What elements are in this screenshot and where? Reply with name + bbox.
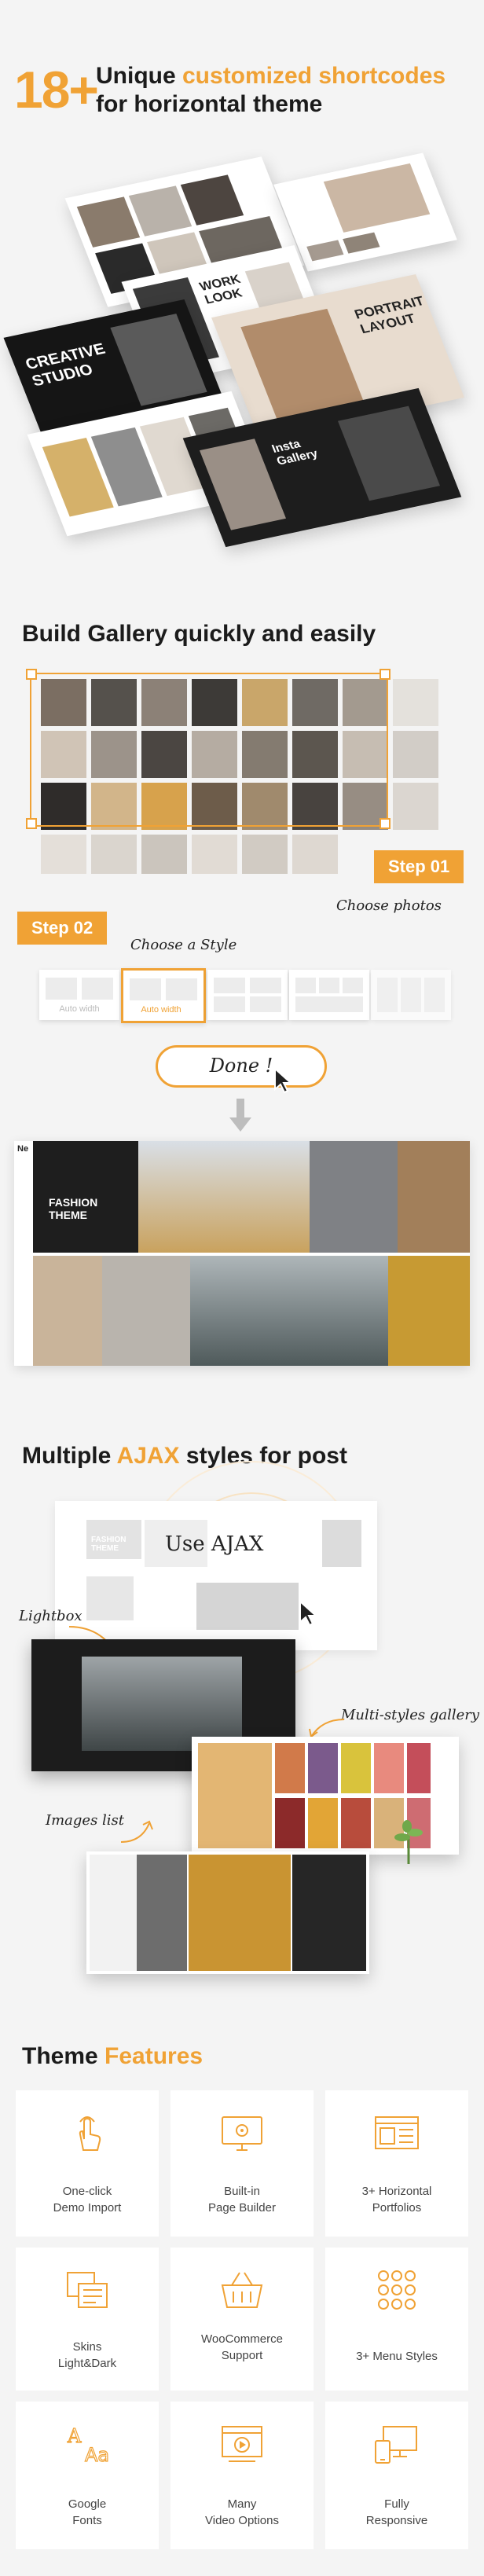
photo-thumb[interactable]	[393, 783, 438, 830]
feature-label: Many Video Options	[205, 2497, 279, 2527]
feature-label: One-click Demo Import	[53, 2185, 122, 2215]
shortcode-mockups: WORK LOOK PORTRAIT LAYOUT CREATIVE STUDI…	[0, 141, 484, 566]
selection-box[interactable]	[30, 673, 388, 827]
feature-label: Fully Responsive	[365, 2497, 428, 2527]
mockup-card-b-title: CREATIVE STUDIO	[23, 340, 108, 391]
photo-thumb[interactable]	[141, 835, 187, 874]
result-gallery: Ne FASHION THEME	[14, 1141, 470, 1366]
feature-card-page-builder: Built-in Page Builder	[170, 2090, 314, 2237]
selection-handle[interactable]	[26, 818, 37, 829]
feature-label: WooCommerce Support	[201, 2332, 283, 2362]
cursor-icon	[274, 1067, 293, 1094]
layout-icon	[375, 2116, 419, 2149]
feature-label: Built-in Page Builder	[208, 2185, 276, 2215]
style-option-1-label: Auto width	[59, 1004, 100, 1014]
dots-grid-icon	[378, 2270, 416, 2310]
style-option-2[interactable]: Auto width	[121, 968, 206, 1023]
photo-thumb[interactable]	[292, 835, 338, 874]
ajax-page-title: FASHION THEME	[91, 1536, 126, 1553]
feature-card-portfolios: 3+ Horizontal Portfolios	[325, 2090, 468, 2237]
images-list-mockup	[86, 1851, 369, 1974]
feature-card-responsive: Fully Responsive	[325, 2402, 468, 2549]
result-logo: Ne	[17, 1144, 29, 1154]
ajax-title-prefix: Multiple	[22, 1443, 117, 1469]
photo-thumb[interactable]	[192, 835, 237, 874]
video-icon	[222, 2426, 262, 2462]
feature-label: Google Fonts	[68, 2497, 107, 2527]
step-02-badge: Step 02	[17, 912, 108, 945]
photo-thumb[interactable]	[242, 835, 288, 874]
arrow-down-icon	[229, 1099, 251, 1132]
feature-card-skins: Skins Light&Dark	[16, 2248, 159, 2391]
cursor-icon	[299, 1600, 318, 1627]
style-option-1[interactable]: Auto width	[39, 970, 119, 1020]
mockup-card-right	[273, 152, 457, 272]
plant-icon	[394, 1820, 423, 1864]
photo-thumb[interactable]	[91, 835, 137, 874]
photo-thumb[interactable]	[393, 679, 438, 726]
style-option-4[interactable]	[289, 970, 369, 1020]
features-title-prefix: Theme	[22, 2043, 105, 2069]
hero-line-1: Unique customized shortcodes	[96, 63, 446, 90]
selection-handle[interactable]	[380, 818, 390, 829]
mockup-card-a-title: WORK LOOK	[197, 273, 244, 307]
feature-card-woocommerce: WooCommerce Support	[170, 2248, 314, 2391]
selection-handle[interactable]	[26, 669, 37, 680]
features-title-highlight: Features	[104, 2043, 204, 2069]
fonts-icon: A Aa	[66, 2424, 109, 2466]
multi-styles-label: Multi-styles gallery	[341, 1707, 480, 1723]
feature-label: 3+ Horizontal Portfolios	[361, 2185, 432, 2215]
feature-label: 3+ Menu Styles	[356, 2350, 438, 2363]
svg-text:Aa: Aa	[85, 2444, 109, 2466]
skins-icon	[67, 2272, 108, 2308]
result-fashion-title: FASHION THEME	[49, 1196, 98, 1221]
hero-line-1-highlight: customized shortcodes	[182, 63, 446, 89]
photo-thumb[interactable]	[41, 835, 86, 874]
images-list-label: Images list	[46, 1812, 125, 1829]
basket-icon	[221, 2272, 263, 2308]
photo-thumb[interactable]	[393, 731, 438, 778]
monitor-gear-icon	[222, 2116, 262, 2151]
mockup-card-d-title: Insta Gallery	[270, 437, 320, 468]
hero-count: 18+	[14, 61, 99, 119]
hero-line-1-prefix: Unique	[96, 63, 182, 89]
build-gallery-title: Build Gallery quickly and easily	[22, 621, 376, 647]
style-option-2-label: Auto width	[141, 1005, 182, 1015]
style-option-3[interactable]	[207, 970, 288, 1020]
selection-handle[interactable]	[380, 669, 390, 680]
use-ajax-label: Use AJAX	[165, 1532, 264, 1556]
style-option-5[interactable]	[371, 970, 451, 1020]
feature-card-video-options: Many Video Options	[170, 2402, 314, 2549]
features-title: Theme Features	[22, 2043, 203, 2070]
pointer-arrow-icon	[120, 1820, 153, 1843]
choose-photos-label: Choose photos	[336, 897, 442, 914]
feature-card-demo-import: One-click Demo Import	[16, 2090, 159, 2237]
responsive-icon	[375, 2426, 417, 2464]
feature-label: Skins Light&Dark	[57, 2340, 117, 2370]
hero-line-2: for horizontal theme	[96, 91, 323, 117]
feature-card-google-fonts: A Aa Google Fonts	[16, 2402, 159, 2549]
feature-card-menu-styles: 3+ Menu Styles	[325, 2248, 468, 2391]
done-button[interactable]: Done !	[156, 1045, 327, 1088]
choose-style-label: Choose a Style	[130, 937, 237, 953]
hand-click-icon	[79, 2116, 101, 2151]
step-01-badge: Step 01	[374, 850, 464, 883]
svg-text:A: A	[67, 2425, 82, 2447]
mockup-card-c-title: PORTRAIT LAYOUT	[352, 293, 427, 337]
